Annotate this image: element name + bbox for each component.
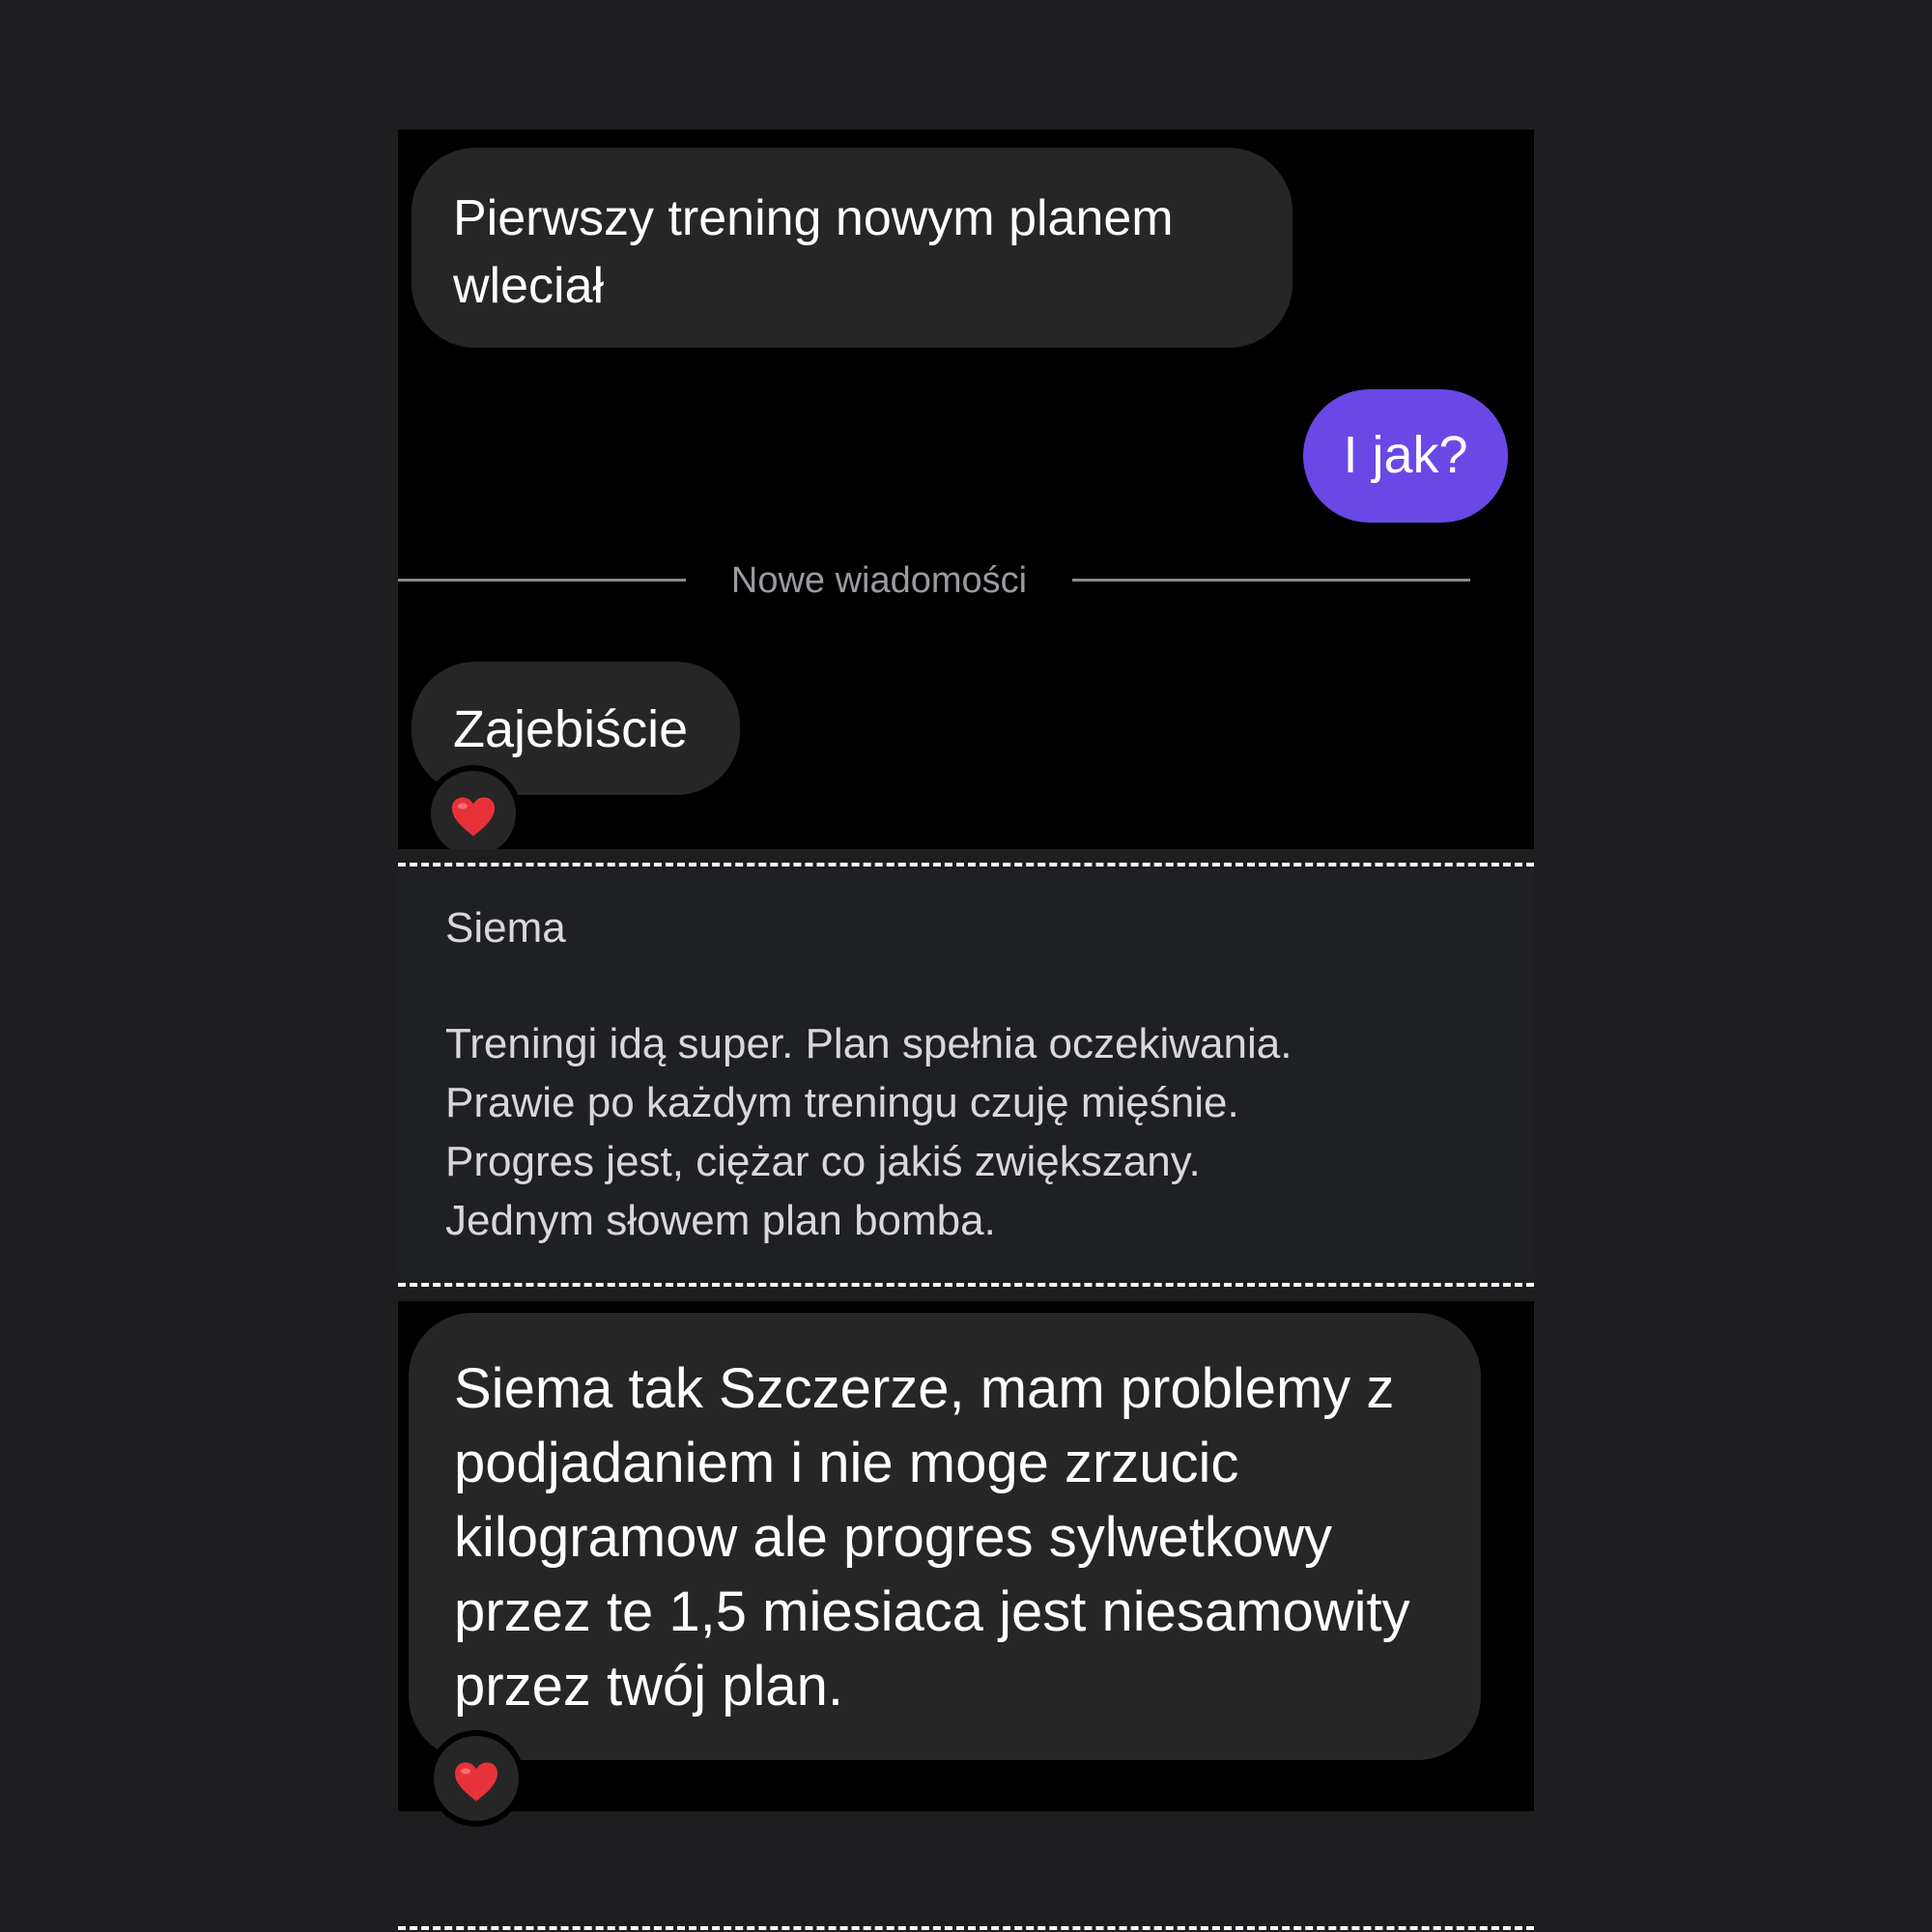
heart-icon <box>452 797 495 837</box>
dashed-separator <box>398 863 1534 867</box>
screenshot-collage: Pierwszy trening nowym planem wleciał I … <box>0 0 1932 1932</box>
heart-icon <box>455 1762 497 1802</box>
message-bubble-incoming[interactable]: Pierwszy trening nowym planem wleciał <box>412 148 1293 348</box>
chat-panel-bottom: Siema tak Szczerze, mam problemy z podja… <box>398 1301 1534 1811</box>
dashed-separator <box>398 1926 1534 1930</box>
message-bubble-incoming[interactable]: Siema tak Szczerze, mam problemy z podja… <box>409 1313 1481 1760</box>
message-text: I jak? <box>1343 426 1468 484</box>
message-bubble-outgoing[interactable]: I jak? <box>1303 389 1508 523</box>
dashed-separator <box>398 1283 1534 1287</box>
message-text: Siema tak Szczerze, mam problemy z podja… <box>454 1357 1410 1718</box>
quoted-message: Siema Treningi idą super. Plan spełnia o… <box>398 869 1534 1279</box>
quote-line: Treningi idą super. Plan spełnia oczekiw… <box>445 1020 1293 1067</box>
quote-line: Jednym słowem plan bomba. <box>445 1197 996 1244</box>
message-text: Pierwszy trening nowym planem wleciał <box>453 190 1174 314</box>
quote-line: Prawie po każdym treningu czuję mięśnie. <box>445 1079 1239 1126</box>
message-text: Zajebiście <box>453 700 689 758</box>
new-messages-divider-line-left <box>398 579 686 582</box>
new-messages-divider-line-right <box>1072 579 1470 582</box>
chat-panel-top: Pierwszy trening nowym planem wleciał I … <box>398 129 1534 849</box>
new-messages-divider-label: Nowe wiadomości <box>730 560 1028 601</box>
heart-reaction[interactable] <box>428 1730 525 1827</box>
quote-line: Progres jest, ciężar co jakiś zwiększany… <box>445 1138 1201 1185</box>
quote-greeting: Siema <box>445 904 566 952</box>
